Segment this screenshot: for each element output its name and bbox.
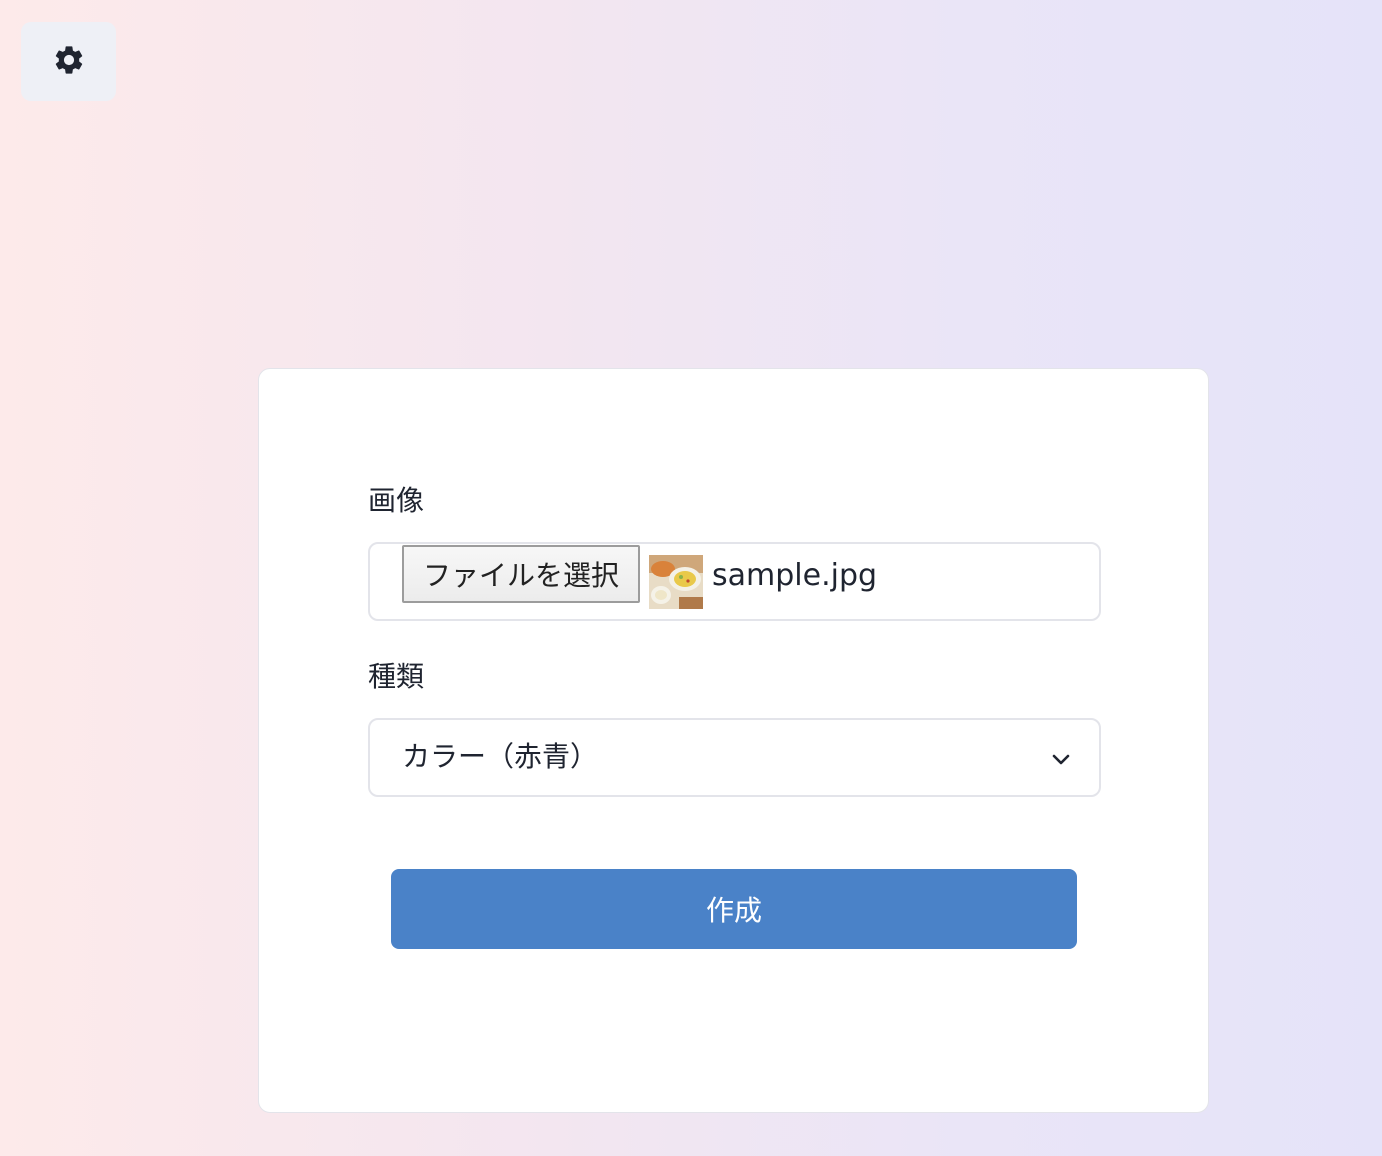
- image-label: 画像: [368, 484, 425, 517]
- chevron-down-icon: [1049, 747, 1073, 771]
- choose-file-button[interactable]: ファイルを選択: [402, 545, 640, 603]
- file-input[interactable]: ファイルを選択 sample.jpg: [368, 542, 1101, 621]
- type-select[interactable]: カラー（赤青）: [368, 718, 1101, 797]
- type-label: 種類: [368, 660, 425, 693]
- selected-file-name: sample.jpg: [712, 558, 878, 593]
- type-select-value: カラー（赤青）: [402, 740, 599, 773]
- image-thumbnail: [649, 555, 703, 609]
- settings-button[interactable]: [21, 22, 116, 101]
- form-card: 画像 ファイルを選択 sample.jpg 種類 カラー（赤青） 作成: [258, 368, 1209, 1113]
- create-button[interactable]: 作成: [391, 869, 1077, 949]
- gear-icon: [52, 43, 86, 81]
